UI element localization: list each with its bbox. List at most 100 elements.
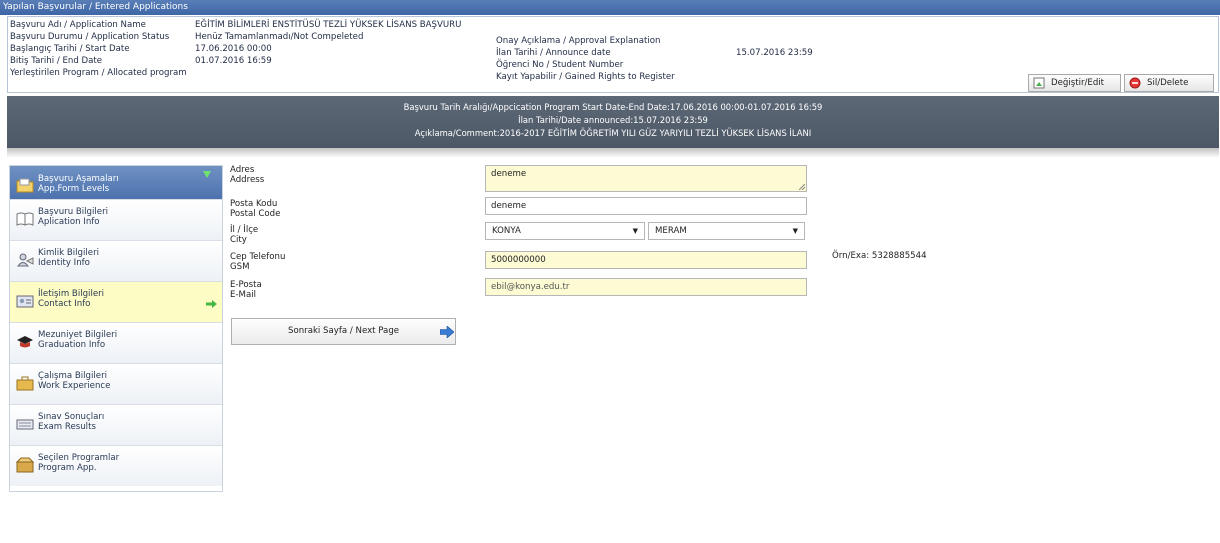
label-gained-rights: Kayıt Yapabilir / Gained Rights to Regis… xyxy=(496,72,675,82)
sidebar-header-line2: App.Form Levels xyxy=(38,184,110,194)
delete-icon xyxy=(1129,77,1141,89)
postal-code-input[interactable]: deneme xyxy=(485,197,807,215)
postal-code-label-en: Postal Code xyxy=(230,209,281,219)
address-label-tr: Adres xyxy=(230,165,255,175)
page-header: Yapılan Başvurular / Entered Application… xyxy=(0,0,1220,15)
postal-code-value: deneme xyxy=(491,201,527,211)
sidebar-item-text: Başvuru Bilgileri Aplication Info xyxy=(38,207,108,227)
next-arrow-icon xyxy=(440,326,454,338)
email-label-en: E-Mail xyxy=(230,290,256,300)
sidebar-header-line1: Başvuru Aşamaları xyxy=(38,174,119,184)
label-application-name: Başvuru Adı / Application Name xyxy=(10,20,146,30)
banner-date-range: Başvuru Tarih Aralığı/Appcication Progra… xyxy=(403,102,823,112)
sidebar-item-application-info[interactable]: Başvuru Bilgileri Aplication Info xyxy=(10,199,222,240)
sidebar-item-line2: Work Experience xyxy=(38,381,111,391)
province-value: KONYA xyxy=(492,226,521,236)
value-announce-date: 15.07.2016 23:59 xyxy=(736,48,813,58)
district-value: MERAM xyxy=(655,226,687,236)
sidebar-item-text: Sınav Sonuçları Exam Results xyxy=(38,412,104,432)
edit-button-label: Değiştir/Edit xyxy=(1051,78,1105,88)
sidebar-header-text: Başvuru Aşamaları App.Form Levels xyxy=(38,174,119,194)
next-page-button[interactable]: Sonraki Sayfa / Next Page xyxy=(231,318,456,345)
city-label: İl / İlçe City xyxy=(230,225,258,245)
sidebar-item-line2: Contact Info xyxy=(38,299,91,309)
address-label: Adres Address xyxy=(230,165,264,185)
sidebar-item-line1: Sınav Sonuçları xyxy=(38,412,105,422)
gsm-value: 5000000000 xyxy=(491,255,546,265)
sidebar-item-line2: Program App. xyxy=(38,463,97,473)
gsm-input[interactable]: 5000000000 xyxy=(485,251,807,269)
gsm-example-hint: Örn/Exa: 5328885544 xyxy=(832,251,927,261)
sidebar-item-graduation-info[interactable]: Mezuniyet Bilgileri Graduation Info xyxy=(10,322,222,363)
sidebar-item-selected-programs[interactable]: Seçilen Programlar Program App. xyxy=(10,445,222,486)
value-start-date: 17.06.2016 00:00 xyxy=(195,44,272,54)
edit-icon xyxy=(1033,77,1045,89)
province-select[interactable]: KONYA ▼ xyxy=(485,222,645,240)
sidebar-item-line2: Aplication Info xyxy=(38,217,100,227)
email-value: ebil@konya.edu.tr xyxy=(491,282,570,292)
book-icon xyxy=(16,212,34,226)
postal-code-label-tr: Posta Kodu xyxy=(230,199,278,209)
sidebar-item-exam-results[interactable]: Sınav Sonuçları Exam Results xyxy=(10,404,222,445)
banner-shadow xyxy=(7,148,1219,158)
sidebar-item-line2: Graduation Info xyxy=(38,340,106,350)
keyboard-icon xyxy=(16,419,34,430)
value-application-status: Henüz Tamamlanmadı/Not Compeleted xyxy=(195,32,364,42)
application-info-panel: Başvuru Adı / Application Name Başvuru D… xyxy=(7,16,1219,93)
email-label-tr: E-Posta xyxy=(230,280,262,290)
graduation-cap-icon xyxy=(17,336,33,348)
sidebar-item-identity-info[interactable]: Kimlik Bilgileri Identity Info xyxy=(10,240,222,281)
sidebar-item-text: Kimlik Bilgileri Identity Info xyxy=(38,248,99,268)
application-date-banner: Başvuru Tarih Aralığı/Appcication Progra… xyxy=(7,96,1219,148)
delete-button[interactable]: Sil/Delete xyxy=(1124,74,1214,92)
program-box-icon xyxy=(16,457,34,473)
banner-comment: Açıklama/Comment:2016-2017 EĞİTİM ÖĞRETİ… xyxy=(414,128,812,138)
sidebar-item-text: İletişim Bilgileri Contact Info xyxy=(38,289,104,309)
contact-card-icon xyxy=(16,295,34,308)
sidebar-item-contact-info[interactable]: İletişim Bilgileri Contact Info xyxy=(10,281,222,322)
dropdown-arrow-icon: ▼ xyxy=(632,227,638,235)
email-label: E-Posta E-Mail xyxy=(230,280,262,300)
label-allocated-program: Yerleştirilen Program / Allocated progra… xyxy=(10,68,187,78)
sidebar-header[interactable]: Başvuru Aşamaları App.Form Levels xyxy=(10,166,222,199)
label-student-number: Öğrenci No / Student Number xyxy=(496,60,624,70)
sidebar-item-text: Çalışma Bilgileri Work Experience xyxy=(38,371,110,391)
gsm-label: Cep Telefonu GSM xyxy=(230,252,285,272)
sidebar-item-text: Mezuniyet Bilgileri Graduation Info xyxy=(38,330,117,350)
banner-announce-date: İlan Tarihi/Date announced:15.07.2016 23… xyxy=(518,115,708,125)
label-approval-explanation: Onay Açıklama / Approval Explanation xyxy=(496,36,661,46)
delete-button-label: Sil/Delete xyxy=(1147,78,1189,88)
sidebar-item-line1: Çalışma Bilgileri xyxy=(38,371,107,381)
gsm-label-en: GSM xyxy=(230,262,250,272)
value-end-date: 01.07.2016 16:59 xyxy=(195,56,272,66)
value-application-name: EĞİTİM BİLİMLERİ ENSTİTÜSÜ TEZLİ YÜKSEK … xyxy=(195,20,462,30)
label-application-status: Başvuru Durumu / Application Status xyxy=(10,32,170,42)
district-select[interactable]: MERAM ▼ xyxy=(648,222,805,240)
sidebar-item-line1: İletişim Bilgileri xyxy=(38,289,105,299)
sidebar-item-line1: Kimlik Bilgileri xyxy=(38,248,99,258)
sidebar-item-line1: Seçilen Programlar xyxy=(38,453,120,463)
sidebar-item-line1: Mezuniyet Bilgileri xyxy=(38,330,118,340)
gsm-label-tr: Cep Telefonu xyxy=(230,252,286,262)
collapse-arrow-icon[interactable] xyxy=(203,171,211,178)
address-textarea[interactable]: deneme xyxy=(485,165,807,192)
address-value: deneme xyxy=(491,169,527,179)
edit-button[interactable]: Değiştir/Edit xyxy=(1028,74,1121,92)
sidebar-item-work-experience[interactable]: Çalışma Bilgileri Work Experience xyxy=(10,363,222,404)
arrow-right-icon xyxy=(206,300,217,308)
sidebar-item-line2: Identity Info xyxy=(38,258,90,268)
label-end-date: Bitiş Tarihi / End Date xyxy=(10,56,103,66)
sidebar-item-line2: Exam Results xyxy=(38,422,96,432)
address-label-en: Address xyxy=(230,175,265,185)
sidebar-item-text: Seçilen Programlar Program App. xyxy=(38,453,119,473)
folder-icon xyxy=(16,178,34,193)
id-card-icon xyxy=(17,253,34,267)
postal-code-label: Posta Kodu Postal Code xyxy=(230,199,280,219)
city-label-en: City xyxy=(230,235,247,245)
label-announce-date: İlan Tarihi / Announce date xyxy=(496,48,611,58)
email-input[interactable]: ebil@konya.edu.tr xyxy=(485,278,807,296)
resize-handle-icon[interactable] xyxy=(799,184,805,190)
dropdown-arrow-icon: ▼ xyxy=(792,227,798,235)
next-page-label: Sonraki Sayfa / Next Page xyxy=(288,326,400,336)
city-label-tr: İl / İlçe xyxy=(230,225,259,235)
